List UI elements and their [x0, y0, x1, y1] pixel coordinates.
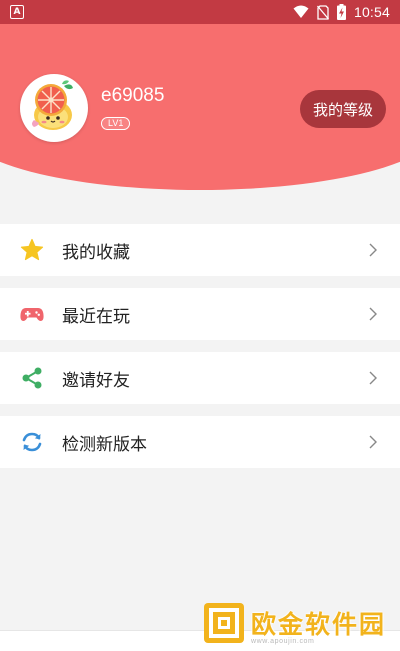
avatar[interactable] — [20, 74, 88, 142]
menu-item-label: 我的收藏 — [62, 242, 130, 263]
status-time: 10:54 — [353, 4, 390, 20]
level-badge: LV1 — [101, 117, 131, 130]
menu-item-label: 邀请好友 — [62, 370, 130, 391]
refresh-icon — [20, 430, 44, 454]
star-icon — [20, 238, 44, 262]
chevron-right-icon — [369, 371, 377, 385]
menu-item-label: 最近在玩 — [62, 306, 130, 327]
my-level-button[interactable]: 我的等级 — [300, 90, 386, 128]
no-sim-icon — [316, 4, 329, 20]
menu-item-invite-friends[interactable]: 邀请好友 — [0, 352, 400, 404]
status-bar: A 10:54 — [0, 0, 400, 24]
chevron-right-icon — [369, 435, 377, 449]
menu-item-check-update[interactable]: 检测新版本 — [0, 416, 400, 468]
menu-item-label: 检测新版本 — [62, 434, 147, 455]
grapefruit-avatar-icon — [25, 79, 83, 137]
gamepad-icon — [20, 302, 44, 326]
menu-item-favorites[interactable]: 我的收藏 — [0, 224, 400, 276]
watermark-text: 欧金软件园 — [251, 610, 387, 639]
share-icon — [20, 366, 44, 390]
menu-item-recently-played[interactable]: 最近在玩 — [0, 288, 400, 340]
app-notification-icon: A — [10, 5, 24, 19]
profile-header: e69085 LV1 我的等级 — [0, 24, 400, 194]
chevron-right-icon — [369, 243, 377, 257]
username: e69085 — [101, 85, 165, 106]
chevron-right-icon — [369, 307, 377, 321]
battery-charging-icon — [336, 4, 346, 20]
wifi-icon — [293, 5, 309, 18]
watermark: 欧金软件园 www.apoujin.com — [203, 598, 395, 648]
watermark-url: www.apoujin.com — [251, 638, 315, 645]
watermark-logo-icon — [203, 602, 245, 644]
